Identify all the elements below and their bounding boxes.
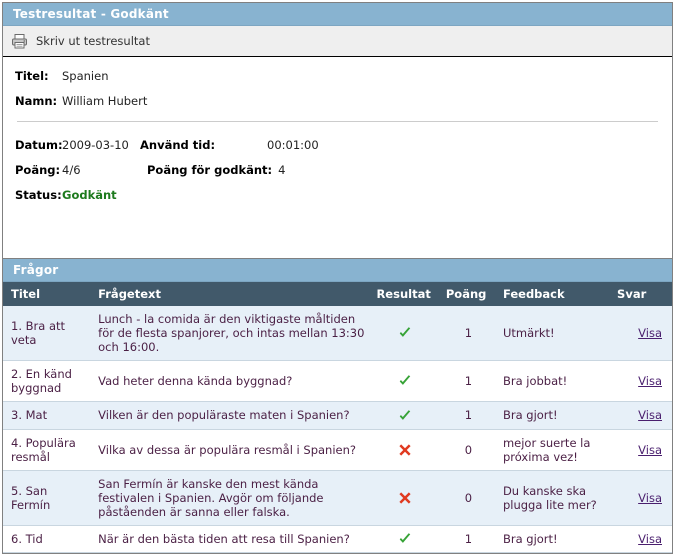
field-row-namn: Namn: William Hubert: [3, 94, 672, 109]
pass-score-value: 4: [278, 163, 286, 177]
view-answer-link[interactable]: Visa: [638, 443, 662, 457]
used-time-value: 00:01:00: [267, 138, 319, 152]
cell-feedback: Utmärkt!: [496, 306, 612, 361]
field-row-poang: Poäng: 4/6 Poäng för godkänt: 4: [3, 163, 672, 178]
check-icon: [398, 374, 412, 388]
result-body-spacer: [3, 213, 672, 253]
cell-fragetext: När är den bästa tiden att resa till Spa…: [92, 525, 371, 553]
view-answer-link[interactable]: Visa: [638, 408, 662, 422]
cell-poang: 1: [439, 401, 497, 430]
cell-poang: 0: [439, 470, 497, 526]
cell-fragetext: San Fermín är kanske den mest kända fest…: [92, 470, 371, 526]
namn-label: Namn:: [15, 94, 58, 108]
column-header-feedback: Feedback: [496, 282, 612, 306]
cell-titel: 4. Populära resmål: [3, 429, 93, 471]
cell-svar: Visa: [611, 401, 672, 430]
print-test-result-link[interactable]: Skriv ut testresultat: [36, 34, 150, 48]
datum-label: Datum:: [15, 138, 63, 152]
view-answer-link[interactable]: Visa: [638, 374, 662, 388]
cell-svar: Visa: [611, 429, 672, 471]
cell-fragetext: Vilka av dessa är populära resmål i Span…: [92, 429, 371, 471]
column-header-svar: Svar: [611, 282, 672, 306]
test-result-panel: Testresultat - Godkänt Skriv ut testresu…: [2, 2, 673, 264]
questions-panel: Frågor Titel Frågetext Resultat Poäng Fe…: [2, 258, 673, 554]
check-icon: [398, 408, 412, 422]
cell-feedback: mejor suerte la próxima vez!: [496, 429, 612, 471]
column-header-fragetext: Frågetext: [92, 282, 371, 306]
cell-resultat: [370, 401, 440, 430]
poang-value: 4/6: [62, 163, 81, 177]
table-row: 6. Tid När är den bästa tiden att resa ti…: [3, 525, 672, 553]
questions-table-body: 1. Bra att veta Lunch - la comida är den …: [3, 306, 672, 553]
result-details: Titel: Spanien Namn: William Hubert Datu…: [3, 57, 672, 263]
result-toolbar: Skriv ut testresultat: [3, 26, 672, 57]
column-header-resultat: Resultat: [370, 282, 440, 306]
field-row-datum: Datum: 2009-03-10 Använd tid: 00:01:00: [3, 138, 672, 153]
cell-resultat: [370, 306, 440, 361]
cell-poang: 0: [439, 429, 497, 471]
cell-feedback: Bra gjort!: [496, 401, 612, 430]
questions-panel-title: Frågor: [3, 259, 672, 282]
cell-titel: 5. San Fermín: [3, 470, 93, 526]
field-row-titel: Titel: Spanien: [3, 69, 672, 84]
result-panel-title: Testresultat - Godkänt: [3, 3, 672, 26]
datum-value: 2009-03-10: [62, 138, 129, 152]
column-header-titel: Titel: [3, 282, 93, 306]
cell-resultat: [370, 470, 440, 526]
column-header-poang: Poäng: [439, 282, 497, 306]
cell-feedback: Du kanske ska plugga lite mer?: [496, 470, 612, 526]
cell-poang: 1: [439, 525, 497, 553]
questions-table-header: Titel Frågetext Resultat Poäng Feedback …: [3, 282, 672, 306]
pass-score-label: Poäng för godkänt:: [147, 163, 273, 177]
cell-svar: Visa: [611, 360, 672, 402]
cell-titel: 3. Mat: [3, 401, 93, 430]
status-label: Status:: [15, 188, 62, 202]
cell-poang: 1: [439, 360, 497, 402]
used-time-label: Använd tid:: [140, 138, 216, 152]
cell-fragetext: Lunch - la comida är den viktigaste målt…: [92, 306, 371, 361]
titel-value: Spanien: [62, 69, 109, 83]
cell-poang: 1: [439, 306, 497, 361]
check-icon: [398, 326, 412, 340]
cross-icon: [398, 490, 412, 504]
titel-label: Titel:: [15, 69, 49, 83]
table-header-row: Titel Frågetext Resultat Poäng Feedback …: [3, 282, 672, 306]
cell-resultat: [370, 360, 440, 402]
cell-titel: 1. Bra att veta: [3, 306, 93, 361]
section-divider: [17, 121, 658, 122]
cell-svar: Visa: [611, 525, 672, 553]
cell-resultat: [370, 525, 440, 553]
table-row: 1. Bra att veta Lunch - la comida är den …: [3, 306, 672, 361]
questions-table: Titel Frågetext Resultat Poäng Feedback …: [3, 282, 672, 553]
table-row: 5. San Fermín San Fermín är kanske den me…: [3, 470, 672, 526]
cell-feedback: Bra jobbat!: [496, 360, 612, 402]
status-badge: Godkänt: [62, 188, 117, 202]
cross-icon: [398, 442, 412, 456]
cell-svar: Visa: [611, 470, 672, 526]
table-row: 2. En känd byggnad Vad heter denna kända …: [3, 360, 672, 402]
poang-label: Poäng:: [15, 163, 61, 177]
field-row-status: Status: Godkänt: [3, 188, 672, 203]
cell-titel: 6. Tid: [3, 525, 93, 553]
namn-value: William Hubert: [62, 94, 148, 108]
cell-svar: Visa: [611, 306, 672, 361]
printer-icon: [11, 33, 29, 49]
cell-resultat: [370, 429, 440, 471]
view-answer-link[interactable]: Visa: [638, 326, 662, 340]
cell-feedback: Bra gjort!: [496, 525, 612, 553]
cell-fragetext: Vilken är den populäraste maten i Spanie…: [92, 401, 371, 430]
cell-fragetext: Vad heter denna kända byggnad?: [92, 360, 371, 402]
table-row: 4. Populära resmål Vilka av dessa är popu…: [3, 429, 672, 471]
table-row: 3. Mat Vilken är den populäraste maten i …: [3, 401, 672, 430]
cell-titel: 2. En känd byggnad: [3, 360, 93, 402]
view-answer-link[interactable]: Visa: [638, 491, 662, 505]
